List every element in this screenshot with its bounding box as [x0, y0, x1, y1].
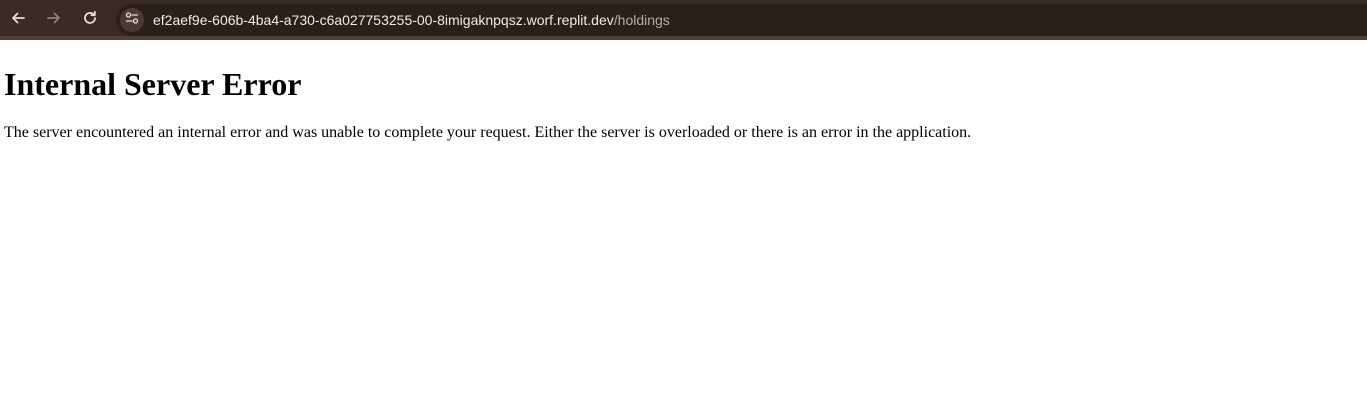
forward-button[interactable] — [40, 4, 68, 32]
address-bar[interactable]: ef2aef9e-606b-4ba4-a730-c6a027753255-00-… — [116, 4, 1367, 36]
reload-button[interactable] — [76, 4, 104, 32]
site-settings-icon — [125, 11, 139, 30]
forward-arrow-icon — [46, 10, 62, 26]
url-path: /holdings — [613, 12, 670, 28]
site-settings-button[interactable] — [120, 8, 144, 32]
back-button[interactable] — [4, 4, 32, 32]
error-message: The server encountered an internal error… — [4, 124, 972, 141]
url-host: ef2aef9e-606b-4ba4-a730-c6a027753255-00-… — [153, 12, 614, 28]
reload-icon — [82, 10, 98, 26]
back-arrow-icon — [10, 10, 26, 26]
page-title: Internal Server Error — [4, 66, 302, 102]
page-content: Internal Server Error The server encount… — [4, 44, 1359, 142]
url-text[interactable]: ef2aef9e-606b-4ba4-a730-c6a027753255-00-… — [153, 11, 670, 29]
browser-toolbar: ef2aef9e-606b-4ba4-a730-c6a027753255-00-… — [0, 0, 1367, 40]
